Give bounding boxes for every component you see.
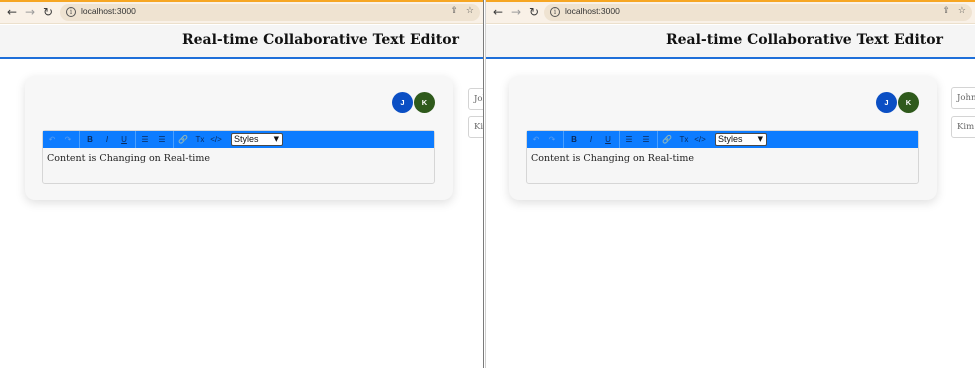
undo-icon[interactable]: ↶ (530, 133, 542, 146)
app-header: Real-time Collaborative Text Editor (486, 25, 975, 59)
user-list-item: John (951, 87, 975, 109)
avatar-j[interactable]: J (876, 92, 897, 113)
bullet-list-icon[interactable]: ☰ (156, 133, 168, 146)
browser-window-left: ← → ↻ i localhost:3000 ⇪ ☆ Real-time Col… (0, 0, 484, 368)
arrow-right-icon[interactable]: → (23, 5, 37, 19)
page-title: Real-time Collaborative Text Editor (182, 32, 459, 48)
info-icon[interactable]: i (550, 7, 560, 17)
browser-window-right: ← → ↻ i localhost:3000 ⇪ ☆ Real-time Col… (485, 0, 975, 368)
arrow-right-icon[interactable]: → (509, 5, 523, 19)
reload-icon[interactable]: ↻ (41, 5, 55, 19)
clear-format-icon[interactable]: Tx (194, 133, 206, 146)
arrow-left-icon[interactable]: ← (5, 5, 19, 19)
avatar-k[interactable]: K (414, 92, 435, 113)
url-text: localhost:3000 (565, 6, 620, 16)
editor-content[interactable]: Content is Changing on Real-time (47, 153, 210, 164)
star-icon[interactable]: ☆ (958, 6, 966, 16)
toolbar-divider (173, 131, 174, 148)
toolbar-divider (657, 131, 658, 148)
user-list-item: Joh (468, 88, 483, 110)
bold-button[interactable]: B (568, 133, 580, 146)
arrow-left-icon[interactable]: ← (491, 5, 505, 19)
chevron-down-icon: ▼ (757, 135, 763, 143)
editor-toolbar: ↶ ↷ B I U ☰ ☰ 🔗 Tx </> Styles ▼ (527, 131, 918, 148)
editor-content[interactable]: Content is Changing on Real-time (531, 153, 694, 164)
code-icon[interactable]: </> (694, 133, 706, 146)
underline-button[interactable]: U (118, 133, 130, 146)
info-icon[interactable]: i (66, 7, 76, 17)
styles-select-label: Styles (718, 134, 743, 144)
italic-button[interactable]: I (585, 133, 597, 146)
toolbar-divider (135, 131, 136, 148)
ordered-list-icon[interactable]: ☰ (623, 133, 635, 146)
address-bar[interactable]: i localhost:3000 ⇪ ☆ (60, 4, 480, 21)
editor-card: J K ↶ ↷ B I U ☰ ☰ 🔗 Tx </> Styles ▼ Cont… (25, 76, 453, 200)
bold-button[interactable]: B (84, 133, 96, 146)
app-header: Real-time Collaborative Text Editor (0, 25, 483, 59)
toolbar-divider (79, 131, 80, 148)
link-icon[interactable]: 🔗 (661, 133, 673, 146)
bullet-list-icon[interactable]: ☰ (640, 133, 652, 146)
editor-card: J K ↶ ↷ B I U ☰ ☰ 🔗 Tx </> Styles ▼ Cont… (509, 76, 937, 200)
user-list-item: Kim j (951, 116, 975, 138)
user-list-item: Kim (468, 116, 483, 138)
address-bar[interactable]: i localhost:3000 ⇪ ☆ (544, 4, 972, 21)
avatar-k[interactable]: K (898, 92, 919, 113)
star-icon[interactable]: ☆ (466, 6, 474, 16)
clear-format-icon[interactable]: Tx (678, 133, 690, 146)
avatar-j[interactable]: J (392, 92, 413, 113)
link-icon[interactable]: 🔗 (177, 133, 189, 146)
underline-button[interactable]: U (602, 133, 614, 146)
redo-icon[interactable]: ↷ (62, 133, 74, 146)
page-title: Real-time Collaborative Text Editor (666, 32, 943, 48)
text-editor: ↶ ↷ B I U ☰ ☰ 🔗 Tx </> Styles ▼ Content … (42, 130, 435, 184)
styles-select-label: Styles (234, 134, 259, 144)
share-icon[interactable]: ⇪ (942, 6, 950, 16)
italic-button[interactable]: I (101, 133, 113, 146)
reload-icon[interactable]: ↻ (527, 5, 541, 19)
browser-toolbar: ← → ↻ i localhost:3000 ⇪ ☆ (0, 2, 483, 24)
styles-select[interactable]: Styles ▼ (231, 133, 283, 146)
url-text: localhost:3000 (81, 6, 136, 16)
redo-icon[interactable]: ↷ (546, 133, 558, 146)
styles-select[interactable]: Styles ▼ (715, 133, 767, 146)
editor-toolbar: ↶ ↷ B I U ☰ ☰ 🔗 Tx </> Styles ▼ (43, 131, 434, 148)
toolbar-divider (619, 131, 620, 148)
chevron-down-icon: ▼ (273, 135, 279, 143)
page-viewport: Real-time Collaborative Text Editor J K … (0, 25, 483, 368)
browser-toolbar: ← → ↻ i localhost:3000 ⇪ ☆ (486, 2, 975, 24)
code-icon[interactable]: </> (210, 133, 222, 146)
share-icon[interactable]: ⇪ (450, 6, 458, 16)
undo-icon[interactable]: ↶ (46, 133, 58, 146)
page-viewport: Real-time Collaborative Text Editor J K … (486, 25, 975, 368)
ordered-list-icon[interactable]: ☰ (139, 133, 151, 146)
toolbar-divider (563, 131, 564, 148)
text-editor: ↶ ↷ B I U ☰ ☰ 🔗 Tx </> Styles ▼ Content … (526, 130, 919, 184)
